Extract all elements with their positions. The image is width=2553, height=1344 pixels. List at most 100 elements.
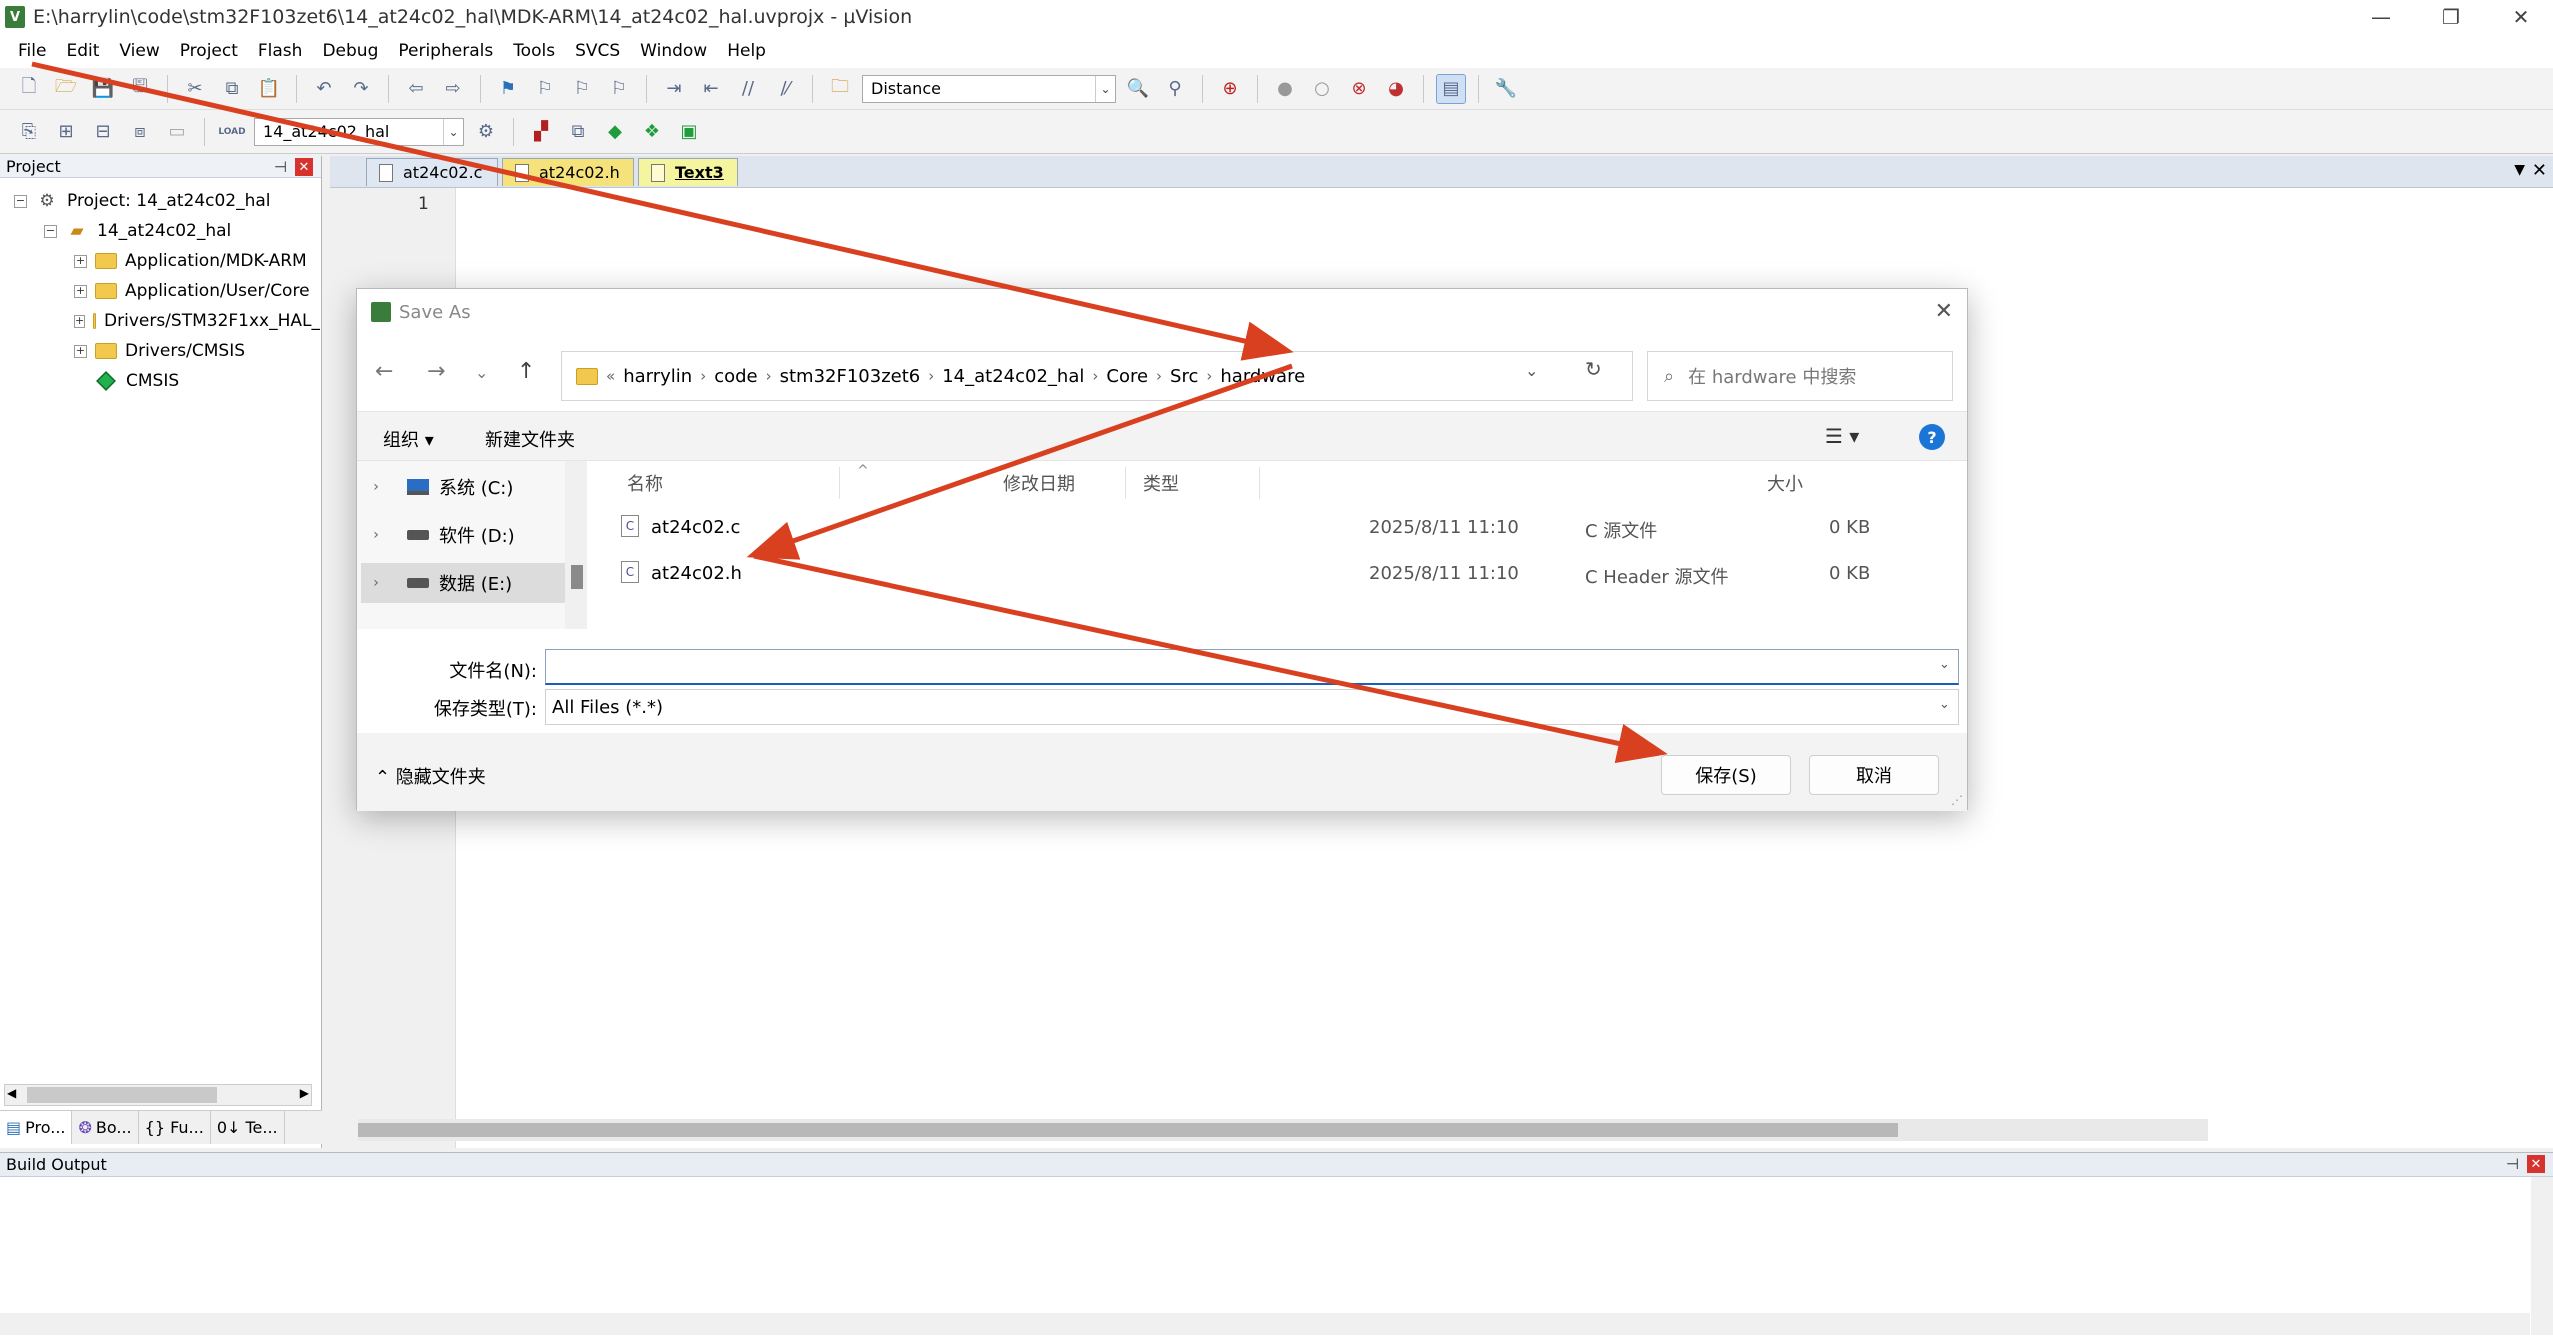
menu-help[interactable]: Help xyxy=(717,41,776,61)
menu-edit[interactable]: Edit xyxy=(56,41,109,61)
build-output-vertical-scrollbar[interactable] xyxy=(2531,1177,2553,1335)
scrollbar-thumb[interactable] xyxy=(358,1123,1898,1137)
breadcrumb-14-at24c02-hal[interactable]: 14_at24c02_hal xyxy=(942,366,1084,387)
close-window-button[interactable]: ✕ xyxy=(2486,0,2553,34)
expand-icon[interactable]: + xyxy=(74,314,86,328)
comment-icon[interactable]: // xyxy=(733,74,763,104)
breadcrumb-overflow[interactable]: « xyxy=(606,367,615,385)
breadcrumb-harrylin[interactable]: harrylin xyxy=(623,366,692,387)
save-button[interactable]: 保存(S) xyxy=(1661,755,1791,795)
target-options-icon[interactable]: ⚙ xyxy=(471,117,501,147)
address-bar[interactable]: « harrylin › code › stm32F103zet6 › 14_a… xyxy=(561,351,1633,401)
breadcrumb-separator[interactable]: › xyxy=(700,367,706,385)
back-arrow-icon[interactable]: ← xyxy=(375,359,393,384)
tab-templates[interactable]: 0↓ Te... xyxy=(211,1111,285,1144)
tab-list-chevron-icon[interactable]: ▼ xyxy=(2514,162,2525,178)
restore-button[interactable]: ❐ xyxy=(2416,0,2486,34)
breadcrumb-separator[interactable]: › xyxy=(928,367,934,385)
column-header-size[interactable]: 大小 xyxy=(1767,461,1803,505)
close-panel-button[interactable]: ✕ xyxy=(2527,1155,2545,1173)
save-icon[interactable]: 💾 xyxy=(88,74,118,104)
indent-icon[interactable]: ⇥ xyxy=(659,74,689,104)
menu-debug[interactable]: Debug xyxy=(312,41,388,61)
new-file-icon[interactable]: 🗋 xyxy=(14,74,44,104)
manage-components-icon[interactable]: ▞ xyxy=(526,117,556,147)
chevron-down-icon[interactable]: ⌄ xyxy=(443,118,463,145)
collapse-icon[interactable]: − xyxy=(44,224,57,238)
help-icon[interactable]: ? xyxy=(1919,424,1945,450)
save-all-icon[interactable]: 🖫 xyxy=(125,74,155,104)
tree-item-cmsis[interactable]: CMSIS xyxy=(0,366,320,396)
navigation-pane-scrollbar[interactable] xyxy=(565,461,587,629)
forward-arrow-icon[interactable]: → xyxy=(427,359,445,384)
breadcrumb-code[interactable]: code xyxy=(714,366,757,387)
close-dialog-button[interactable]: ✕ xyxy=(1935,299,1953,324)
stop-build-icon[interactable]: ▭ xyxy=(162,117,192,147)
breakpoint-options-icon[interactable]: ◕ xyxy=(1381,74,1411,104)
view-options-icon[interactable]: ☰ ▾ xyxy=(1825,424,1859,448)
filename-input[interactable] xyxy=(545,649,1959,685)
tree-item-target[interactable]: − ▰ 14_at24c02_hal xyxy=(0,216,320,246)
tab-project[interactable]: ▤ Pro... xyxy=(0,1111,73,1144)
breadcrumb-separator[interactable]: › xyxy=(766,367,772,385)
translate-icon[interactable]: ⎘ xyxy=(14,117,44,147)
paste-icon[interactable]: 📋 xyxy=(254,74,284,104)
build-output-horizontal-scrollbar[interactable] xyxy=(0,1313,2530,1335)
pin-icon[interactable]: ⊣ xyxy=(274,158,287,176)
pack-installer-icon[interactable]: ◆ xyxy=(600,117,630,147)
batch-build-icon[interactable]: ⧈ xyxy=(125,117,155,147)
tree-item-project-root[interactable]: − ⚙ Project: 14_at24c02_hal xyxy=(0,186,320,216)
pin-icon[interactable]: ⊣ xyxy=(2506,1155,2519,1173)
menu-flash[interactable]: Flash xyxy=(248,41,313,61)
menu-window[interactable]: Window xyxy=(630,41,717,61)
breadcrumb-stm32f103zet6[interactable]: stm32F103zet6 xyxy=(780,366,921,387)
filename-history-chevron-icon[interactable]: ⌄ xyxy=(1939,657,1950,672)
copy-icon[interactable]: ⧉ xyxy=(217,74,247,104)
debug-icon[interactable]: ⊕ xyxy=(1215,74,1245,104)
incremental-find-icon[interactable]: ⚲ xyxy=(1160,74,1190,104)
resize-grip-icon[interactable]: ⋰ xyxy=(1951,793,1963,807)
build-icon[interactable]: ⊞ xyxy=(51,117,81,147)
bookmark-clear-icon[interactable]: ⚐ xyxy=(604,74,634,104)
nav-item-drive-e[interactable]: › 数据 (E:) xyxy=(361,563,565,603)
target-combo[interactable]: 14_at24c02_hal ⌄ xyxy=(254,117,464,146)
menu-peripherals[interactable]: Peripherals xyxy=(388,41,503,61)
expand-icon[interactable]: + xyxy=(74,254,87,268)
find-icon[interactable]: 🔍 xyxy=(1123,74,1153,104)
menu-view[interactable]: View xyxy=(109,41,169,61)
column-header-date[interactable]: 修改日期 xyxy=(1003,461,1075,505)
tab-text3[interactable]: Text3 xyxy=(638,158,738,186)
undo-icon[interactable]: ↶ xyxy=(309,74,339,104)
bookmark-prev-icon[interactable]: ⚐ xyxy=(530,74,560,104)
tree-item-folder[interactable]: + Application/MDK-ARM xyxy=(0,246,320,276)
tree-item-folder[interactable]: + Application/User/Core xyxy=(0,276,320,306)
tab-at24c02-c[interactable]: at24c02.c xyxy=(366,158,498,186)
nav-item-drive-c[interactable]: › 系统 (C:) xyxy=(361,467,565,507)
tab-at24c02-h[interactable]: at24c02.h xyxy=(502,158,634,186)
up-arrow-icon[interactable]: ↑ xyxy=(517,359,535,384)
column-divider[interactable] xyxy=(1259,467,1260,499)
chevron-down-icon[interactable]: ⌄ xyxy=(1095,75,1115,102)
bookmark-icon[interactable]: ⚑ xyxy=(493,74,523,104)
tree-item-folder[interactable]: + Drivers/CMSIS xyxy=(0,336,320,366)
scroll-right-icon[interactable]: ▶ xyxy=(300,1086,309,1100)
menu-project[interactable]: Project xyxy=(170,41,248,61)
breakpoint-kill-icon[interactable]: ⊗ xyxy=(1344,74,1374,104)
tab-functions[interactable]: {} Fu... xyxy=(139,1111,211,1144)
expand-chevron-icon[interactable]: › xyxy=(361,575,391,591)
bookmark-next-icon[interactable]: ⚐ xyxy=(567,74,597,104)
menu-tools[interactable]: Tools xyxy=(503,41,565,61)
breadcrumb-hardware[interactable]: hardware xyxy=(1220,366,1305,387)
project-horizontal-scrollbar[interactable]: ◀ ▶ xyxy=(4,1084,312,1106)
collapse-icon[interactable]: − xyxy=(14,194,27,208)
nav-item-drive-d[interactable]: › 软件 (D:) xyxy=(361,515,565,555)
address-history-chevron-icon[interactable]: ⌄ xyxy=(1525,361,1538,380)
run-time-environment-icon[interactable]: ▣ xyxy=(674,117,704,147)
breadcrumb-src[interactable]: Src xyxy=(1170,366,1198,387)
chevron-down-icon[interactable]: ⌄ xyxy=(1939,697,1950,712)
menu-file[interactable]: File xyxy=(8,41,56,61)
open-file-icon[interactable]: 🗁 xyxy=(51,74,81,104)
uncomment-icon[interactable]: /⁄ xyxy=(770,74,800,104)
find-in-files-icon[interactable]: 🗀 xyxy=(825,74,855,104)
file-row[interactable]: C at24c02.c 2025/8/11 11:10 C 源文件 0 KB xyxy=(587,507,1870,551)
